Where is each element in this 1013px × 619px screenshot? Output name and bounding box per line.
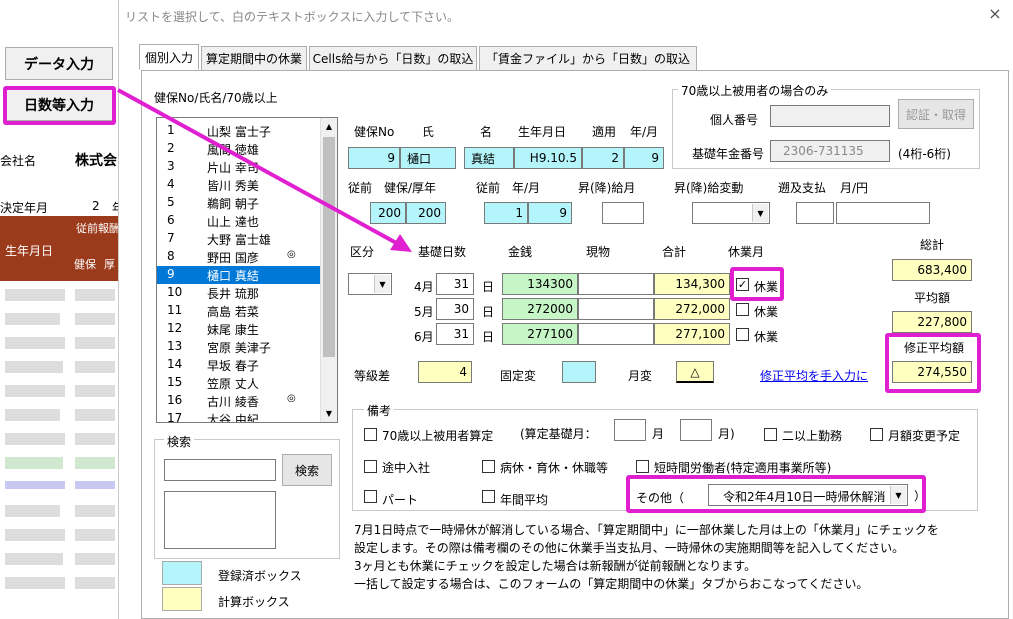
annotation-arrow xyxy=(117,88,412,252)
tab-individual[interactable]: 個別入力 xyxy=(139,44,199,70)
